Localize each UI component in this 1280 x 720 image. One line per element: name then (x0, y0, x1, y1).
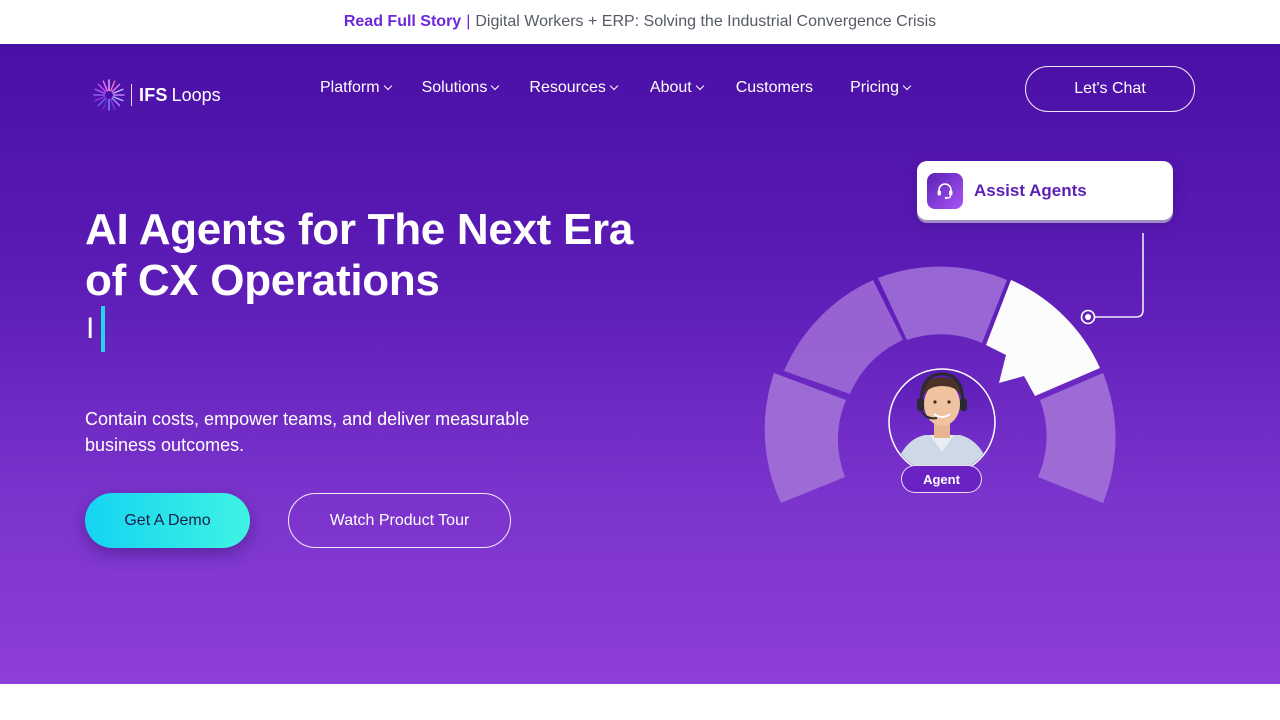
page-content-start (0, 684, 1280, 720)
typing-caret (101, 306, 106, 352)
agent-label-badge: Agent (901, 465, 982, 493)
nav-item-platform[interactable]: Platform (320, 79, 392, 97)
announcement-separator: | (466, 13, 471, 30)
assist-agents-label: Assist Agents (974, 180, 1087, 200)
chevron-down-icon (695, 81, 704, 91)
typing-animation: I (86, 306, 106, 352)
gauge-segment-4-highlight (986, 280, 1100, 396)
main-nav: Platform Solutions Resources About Custo… (320, 78, 912, 98)
chevron-down-icon (383, 81, 392, 91)
hero-headline: AI Agents for The Next Era of CX Operati… (85, 204, 633, 306)
gauge-segment-1 (764, 373, 846, 503)
headset-icon (927, 172, 963, 209)
nav-item-about[interactable]: About (649, 79, 704, 97)
brand-name-light: Loops (171, 84, 221, 105)
chevron-down-icon (902, 81, 912, 91)
nav-item-label: About (649, 79, 692, 96)
connector-line (1094, 233, 1144, 318)
nav-item-label: Customers (735, 79, 814, 96)
headline-line-1: AI Agents for The Next Era (85, 205, 634, 254)
chevron-down-icon (609, 81, 619, 91)
brand-name-bold: IFS (139, 84, 168, 105)
chevron-down-icon (491, 81, 500, 91)
read-full-story-link[interactable]: Read Full Story (344, 13, 461, 31)
nav-item-label: Solutions (421, 79, 488, 96)
gauge-segment-5 (1038, 373, 1116, 503)
announcement-text[interactable]: Digital Workers + ERP: Solving the Indus… (475, 13, 936, 31)
nav-item-label: Resources (529, 79, 606, 96)
announcement-bar: Read Full Story | Digital Workers + ERP:… (0, 0, 1280, 44)
logo-divider (131, 84, 132, 106)
nav-item-solutions[interactable]: Solutions (421, 79, 500, 97)
assist-agents-card: Assist Agents (917, 161, 1173, 220)
nav-item-customers[interactable]: Customers (736, 79, 813, 97)
hero-section: IFS Loops Platform Solutions Resources A… (0, 44, 1280, 684)
get-a-demo-button[interactable]: Get A Demo (85, 493, 250, 548)
spiral-logo-icon (93, 79, 125, 111)
nav-item-label: Platform (320, 79, 380, 96)
brand-logo[interactable]: IFS Loops (92, 78, 221, 112)
headline-line-2: of CX Operations (85, 256, 440, 305)
nav-item-label: Pricing (850, 79, 899, 96)
lets-chat-button[interactable]: Let's Chat (1025, 66, 1195, 112)
watch-product-tour-button[interactable]: Watch Product Tour (288, 493, 511, 548)
typing-text: I (86, 312, 95, 345)
gauge-segment-2 (784, 280, 903, 394)
hero-subtext: Contain costs, empower teams, and delive… (85, 409, 530, 455)
nav-item-pricing[interactable]: Pricing (850, 79, 912, 97)
nav-item-resources[interactable]: Resources (529, 79, 619, 97)
